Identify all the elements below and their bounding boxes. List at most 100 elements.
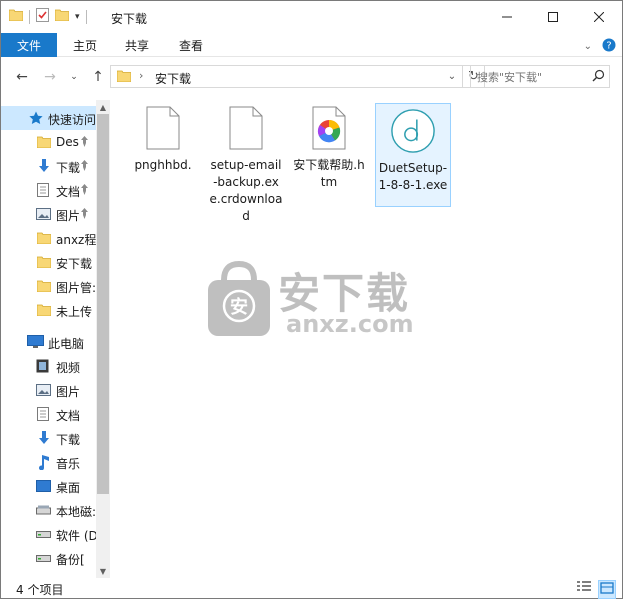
nav-item-documents[interactable]: 文档 xyxy=(1,178,96,202)
file-name: DuetSetup-1-8-8-1.exe xyxy=(378,161,448,192)
pin-icon[interactable] xyxy=(80,136,89,150)
nav-item-backup[interactable]: 备份[ xyxy=(1,546,96,570)
forward-button[interactable]: → xyxy=(41,67,59,87)
nav-label: 快速访问 xyxy=(48,113,96,127)
recent-locations-button[interactable]: ⌄ xyxy=(65,67,83,87)
watermark-logo-text: 安 xyxy=(230,296,248,318)
nav-this-pc[interactable]: 此电脑 xyxy=(1,330,96,354)
desktop-icon xyxy=(36,480,51,492)
folder-icon xyxy=(37,280,51,292)
help-icon[interactable]: ? xyxy=(602,38,616,55)
breadcrumb-current[interactable]: 安下载 xyxy=(155,70,191,87)
nav-label: 音乐 xyxy=(56,457,81,471)
quick-access-toolbar: ▾ xyxy=(8,8,87,25)
nav-item-local-disk[interactable]: 本地磁: xyxy=(1,498,96,522)
file-item[interactable]: setup-email-backup.exe.crdownload xyxy=(208,103,284,225)
blank-file-icon xyxy=(223,103,269,153)
scroll-thumb[interactable] xyxy=(97,114,109,494)
breadcrumb-chevron-icon[interactable]: › xyxy=(139,69,143,82)
nav-label: 视频 xyxy=(56,361,81,375)
large-icons-view-icon[interactable] xyxy=(598,580,616,599)
pictures-icon xyxy=(36,208,51,220)
file-item[interactable]: 安下载帮助.htm xyxy=(291,103,367,191)
pictures-icon xyxy=(36,384,51,396)
video-icon xyxy=(36,359,49,373)
maximize-button[interactable] xyxy=(530,1,576,33)
blank-file-icon xyxy=(140,103,186,153)
nav-label: 文档 xyxy=(56,185,81,199)
nav-item-anxz[interactable]: anxz程 xyxy=(1,226,96,250)
nav-item-anxiazai[interactable]: 安下载 xyxy=(1,250,96,274)
back-button[interactable]: ← xyxy=(13,67,31,87)
file-item[interactable]: pnghhbd. xyxy=(125,103,201,174)
navpane-scrollbar[interactable]: ▲ ▼ xyxy=(96,100,110,578)
scroll-up-icon[interactable]: ▲ xyxy=(96,100,110,114)
duet-app-icon xyxy=(390,106,436,156)
tab-view[interactable]: 查看 xyxy=(179,33,203,57)
pin-icon[interactable] xyxy=(80,208,89,222)
nav-label: 下载 xyxy=(56,161,81,175)
nav-item-picture-mgmt[interactable]: 图片管: xyxy=(1,274,96,298)
properties-icon[interactable] xyxy=(36,8,49,25)
nav-label: anxz程 xyxy=(56,233,96,247)
nav-label: 未上传 xyxy=(56,305,93,319)
document-icon xyxy=(37,183,49,197)
explorer-window: ▾ 安下载 文件 主页 共享 查看 ⌄ ? ← → ⌄ ↑ › 安下载 ⌄ ↻ … xyxy=(0,0,623,599)
new-folder-icon[interactable] xyxy=(54,9,70,24)
nav-item-pictures[interactable]: 图片 xyxy=(1,202,96,226)
close-button[interactable] xyxy=(576,1,622,33)
tab-share[interactable]: 共享 xyxy=(125,33,149,57)
nav-label: 桌面 xyxy=(56,481,81,495)
folder-icon xyxy=(116,70,132,85)
nav-label: 软件 (D xyxy=(56,529,96,543)
ribbon-right-controls: ⌄ ? xyxy=(584,38,616,55)
watermark-sub: anxz.com xyxy=(286,310,414,338)
nav-item-downloads-pc[interactable]: 下载 xyxy=(1,426,96,450)
scroll-down-icon[interactable]: ▼ xyxy=(96,564,110,578)
nav-item-documents-pc[interactable]: 文档 xyxy=(1,402,96,426)
search-box[interactable] xyxy=(470,65,610,88)
file-name: 安下载帮助.htm xyxy=(293,158,365,189)
nav-label: 安下载 xyxy=(56,257,93,271)
folder-icon xyxy=(37,256,51,268)
folder-icon xyxy=(37,232,51,244)
nav-quick-access[interactable]: 快速访问 xyxy=(1,106,96,130)
drive-icon xyxy=(36,555,51,562)
address-dropdown-icon[interactable]: ⌄ xyxy=(444,68,460,85)
tab-file[interactable]: 文件 xyxy=(1,33,57,57)
nav-item-not-uploaded[interactable]: 未上传 xyxy=(1,298,96,322)
nav-item-music[interactable]: 音乐 xyxy=(1,450,96,474)
ribbon-tabs: 文件 主页 共享 查看 ⌄ ? xyxy=(1,33,622,57)
item-count: 4 个项目 xyxy=(16,583,64,597)
star-icon xyxy=(29,111,43,125)
nav-item-videos[interactable]: 视频 xyxy=(1,354,96,378)
nav-item-desktop[interactable]: Des xyxy=(1,130,96,154)
watermark: 安 安下载 anxz.com xyxy=(206,260,421,340)
nav-item-pictures-pc[interactable]: 图片 xyxy=(1,378,96,402)
nav-label: 图片管: xyxy=(56,281,96,295)
nav-label: 本地磁: xyxy=(56,505,96,519)
expand-ribbon-icon[interactable]: ⌄ xyxy=(584,41,592,52)
view-buttons xyxy=(576,580,616,599)
file-item-selected[interactable]: DuetSetup-1-8-8-1.exe xyxy=(375,103,451,207)
search-input[interactable] xyxy=(477,69,585,85)
nav-item-desktop-pc[interactable]: 桌面 xyxy=(1,474,96,498)
title-bar: ▾ 安下载 xyxy=(1,1,622,33)
tab-home[interactable]: 主页 xyxy=(73,33,97,57)
up-button[interactable]: ↑ xyxy=(89,67,107,87)
music-icon xyxy=(38,454,50,470)
minimize-button[interactable] xyxy=(484,1,530,33)
pin-icon[interactable] xyxy=(80,184,89,198)
details-view-icon[interactable] xyxy=(576,580,592,599)
nav-item-downloads[interactable]: 下载 xyxy=(1,154,96,178)
search-icon[interactable] xyxy=(592,69,605,85)
qat-separator-2 xyxy=(85,9,87,24)
computer-icon xyxy=(27,335,44,349)
qat-separator xyxy=(29,9,30,24)
nav-label: 备份[ xyxy=(56,553,85,567)
folder-icon[interactable] xyxy=(8,9,24,24)
customize-qat-icon[interactable]: ▾ xyxy=(75,12,80,22)
address-bar[interactable]: › 安下载 ⌄ xyxy=(110,65,463,88)
pin-icon[interactable] xyxy=(80,160,89,174)
nav-item-software-d[interactable]: 软件 (D xyxy=(1,522,96,546)
